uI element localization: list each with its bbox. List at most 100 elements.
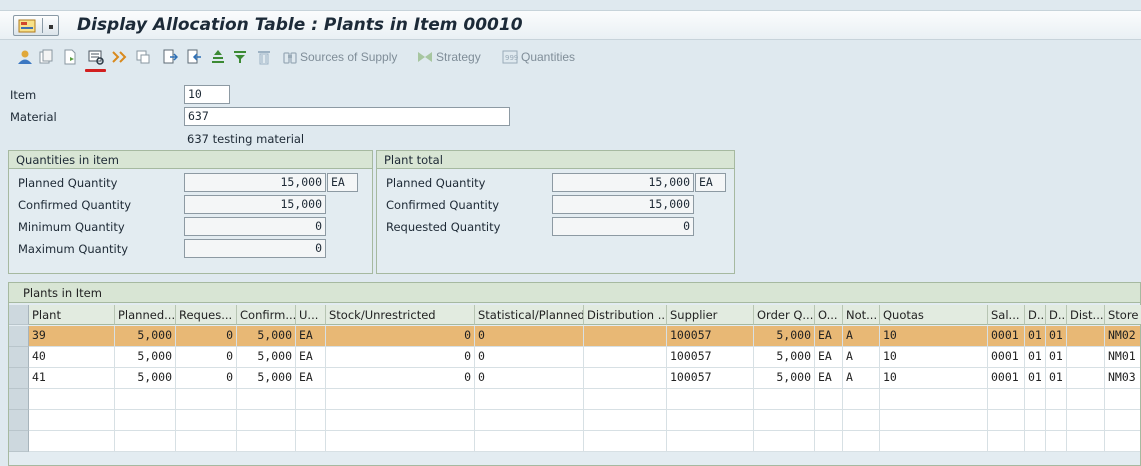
- cell-supplier[interactable]: 100057: [667, 347, 754, 368]
- filter-icon[interactable]: [232, 49, 248, 65]
- empty-cell[interactable]: [176, 410, 237, 431]
- plant-planned-unit-field[interactable]: EA: [695, 173, 726, 192]
- column-header-division[interactable]: D...: [1046, 305, 1067, 325]
- confirmed-quantity-field[interactable]: 15,000: [184, 195, 326, 214]
- table-row[interactable]: 41 5,000 0 5,000 EA 0 0 100057 5,000 EA A 10 0001 01 0…: [29, 368, 1140, 389]
- cell-distribution[interactable]: [584, 326, 667, 347]
- column-header-statistical-planned[interactable]: Statistical/Planned: [475, 305, 584, 325]
- empty-cell[interactable]: [880, 389, 988, 410]
- person-icon[interactable]: [17, 49, 33, 65]
- empty-cell[interactable]: [1025, 389, 1046, 410]
- cell-store[interactable]: NM01: [1105, 347, 1141, 368]
- column-header-unit[interactable]: U...: [296, 305, 326, 325]
- cell-notification[interactable]: A: [843, 368, 880, 389]
- empty-cell[interactable]: [754, 410, 815, 431]
- item-field[interactable]: 10: [184, 85, 230, 104]
- cell-notification[interactable]: A: [843, 347, 880, 368]
- column-header-distribution[interactable]: Distribution ...: [584, 305, 667, 325]
- empty-cell[interactable]: [326, 410, 475, 431]
- select-all-rows[interactable]: [9, 305, 29, 325]
- binoculars-icon[interactable]: [282, 49, 298, 65]
- cell-confirmed[interactable]: 5,000: [237, 368, 296, 389]
- new-doc-icon[interactable]: [62, 49, 78, 65]
- quantities-button[interactable]: Quantities: [521, 50, 575, 64]
- strategy-button[interactable]: Strategy: [436, 50, 481, 64]
- empty-cell[interactable]: [815, 389, 843, 410]
- material-field[interactable]: 637: [184, 107, 510, 126]
- empty-cell[interactable]: [115, 410, 176, 431]
- cell-sales-org[interactable]: 0001: [988, 347, 1025, 368]
- cell-requested[interactable]: 0: [176, 347, 237, 368]
- empty-cell[interactable]: [667, 389, 754, 410]
- column-header-distr-channel[interactable]: D...: [1025, 305, 1046, 325]
- empty-cell[interactable]: [1067, 431, 1105, 452]
- column-header-notification[interactable]: Not...: [843, 305, 880, 325]
- planned-quantity-field[interactable]: 15,000: [184, 173, 326, 192]
- empty-cell[interactable]: [880, 410, 988, 431]
- cell-distribution[interactable]: [584, 347, 667, 368]
- deselect-icon[interactable]: [135, 49, 151, 65]
- empty-cell[interactable]: [667, 431, 754, 452]
- empty-cell[interactable]: [115, 389, 176, 410]
- cell-division[interactable]: 01: [1046, 326, 1067, 347]
- empty-cell[interactable]: [1046, 389, 1067, 410]
- select-all-icon[interactable]: [111, 49, 127, 65]
- cell-distr-channel[interactable]: 01: [1025, 368, 1046, 389]
- trash-icon[interactable]: [256, 49, 272, 65]
- empty-cell[interactable]: [584, 431, 667, 452]
- display-detail-icon[interactable]: [88, 49, 104, 65]
- cell-stock-unrestricted[interactable]: 0: [326, 347, 475, 368]
- empty-cell[interactable]: [667, 410, 754, 431]
- empty-cell[interactable]: [584, 410, 667, 431]
- cell-requested[interactable]: 0: [176, 368, 237, 389]
- empty-cell[interactable]: [988, 410, 1025, 431]
- empty-cell[interactable]: [237, 410, 296, 431]
- empty-cell[interactable]: [296, 410, 326, 431]
- empty-cell[interactable]: [1105, 431, 1141, 452]
- cell-distr-channel[interactable]: 01: [1025, 347, 1046, 368]
- cell-store[interactable]: NM02: [1105, 326, 1141, 347]
- cell-planned[interactable]: 5,000: [115, 326, 176, 347]
- cell-quotas[interactable]: 10: [880, 347, 988, 368]
- empty-cell[interactable]: [1046, 410, 1067, 431]
- cell-quotas[interactable]: 10: [880, 368, 988, 389]
- cell-plant[interactable]: 39: [29, 326, 115, 347]
- empty-cell[interactable]: [754, 389, 815, 410]
- cell-sales-org[interactable]: 0001: [988, 326, 1025, 347]
- column-header-quotas[interactable]: Quotas: [880, 305, 988, 325]
- row-selector[interactable]: [9, 347, 29, 368]
- plant-confirmed-quantity-field[interactable]: 15,000: [552, 195, 694, 214]
- column-header-planned[interactable]: Planned...: [115, 305, 176, 325]
- empty-cell[interactable]: [988, 431, 1025, 452]
- cell-requested[interactable]: 0: [176, 326, 237, 347]
- system-menu-button[interactable]: [13, 15, 59, 36]
- copy-doc-icon[interactable]: [38, 49, 54, 65]
- empty-table-row[interactable]: [29, 431, 1140, 452]
- row-selector[interactable]: [9, 326, 29, 347]
- empty-cell[interactable]: [237, 389, 296, 410]
- sort-ascending-icon[interactable]: [210, 49, 226, 65]
- empty-cell[interactable]: [584, 389, 667, 410]
- empty-cell[interactable]: [326, 431, 475, 452]
- row-selector[interactable]: [9, 431, 29, 452]
- empty-cell[interactable]: [815, 431, 843, 452]
- empty-cell[interactable]: [176, 431, 237, 452]
- quantities-icon[interactable]: 999: [502, 49, 518, 65]
- empty-cell[interactable]: [1046, 431, 1067, 452]
- empty-cell[interactable]: [815, 410, 843, 431]
- export-icon[interactable]: [162, 49, 178, 65]
- cell-dist[interactable]: [1067, 347, 1105, 368]
- empty-cell[interactable]: [237, 431, 296, 452]
- empty-cell[interactable]: [115, 431, 176, 452]
- column-header-store[interactable]: Store: [1105, 305, 1141, 325]
- column-header-requested[interactable]: Reques...: [176, 305, 237, 325]
- cell-quotas[interactable]: 10: [880, 326, 988, 347]
- cell-unit[interactable]: EA: [296, 326, 326, 347]
- empty-cell[interactable]: [296, 431, 326, 452]
- row-selector[interactable]: [9, 389, 29, 410]
- sources-of-supply-button[interactable]: Sources of Supply: [300, 50, 397, 64]
- plant-requested-quantity-field[interactable]: 0: [552, 217, 694, 236]
- cell-statistical-planned[interactable]: 0: [475, 347, 584, 368]
- empty-cell[interactable]: [843, 410, 880, 431]
- import-icon[interactable]: [186, 49, 202, 65]
